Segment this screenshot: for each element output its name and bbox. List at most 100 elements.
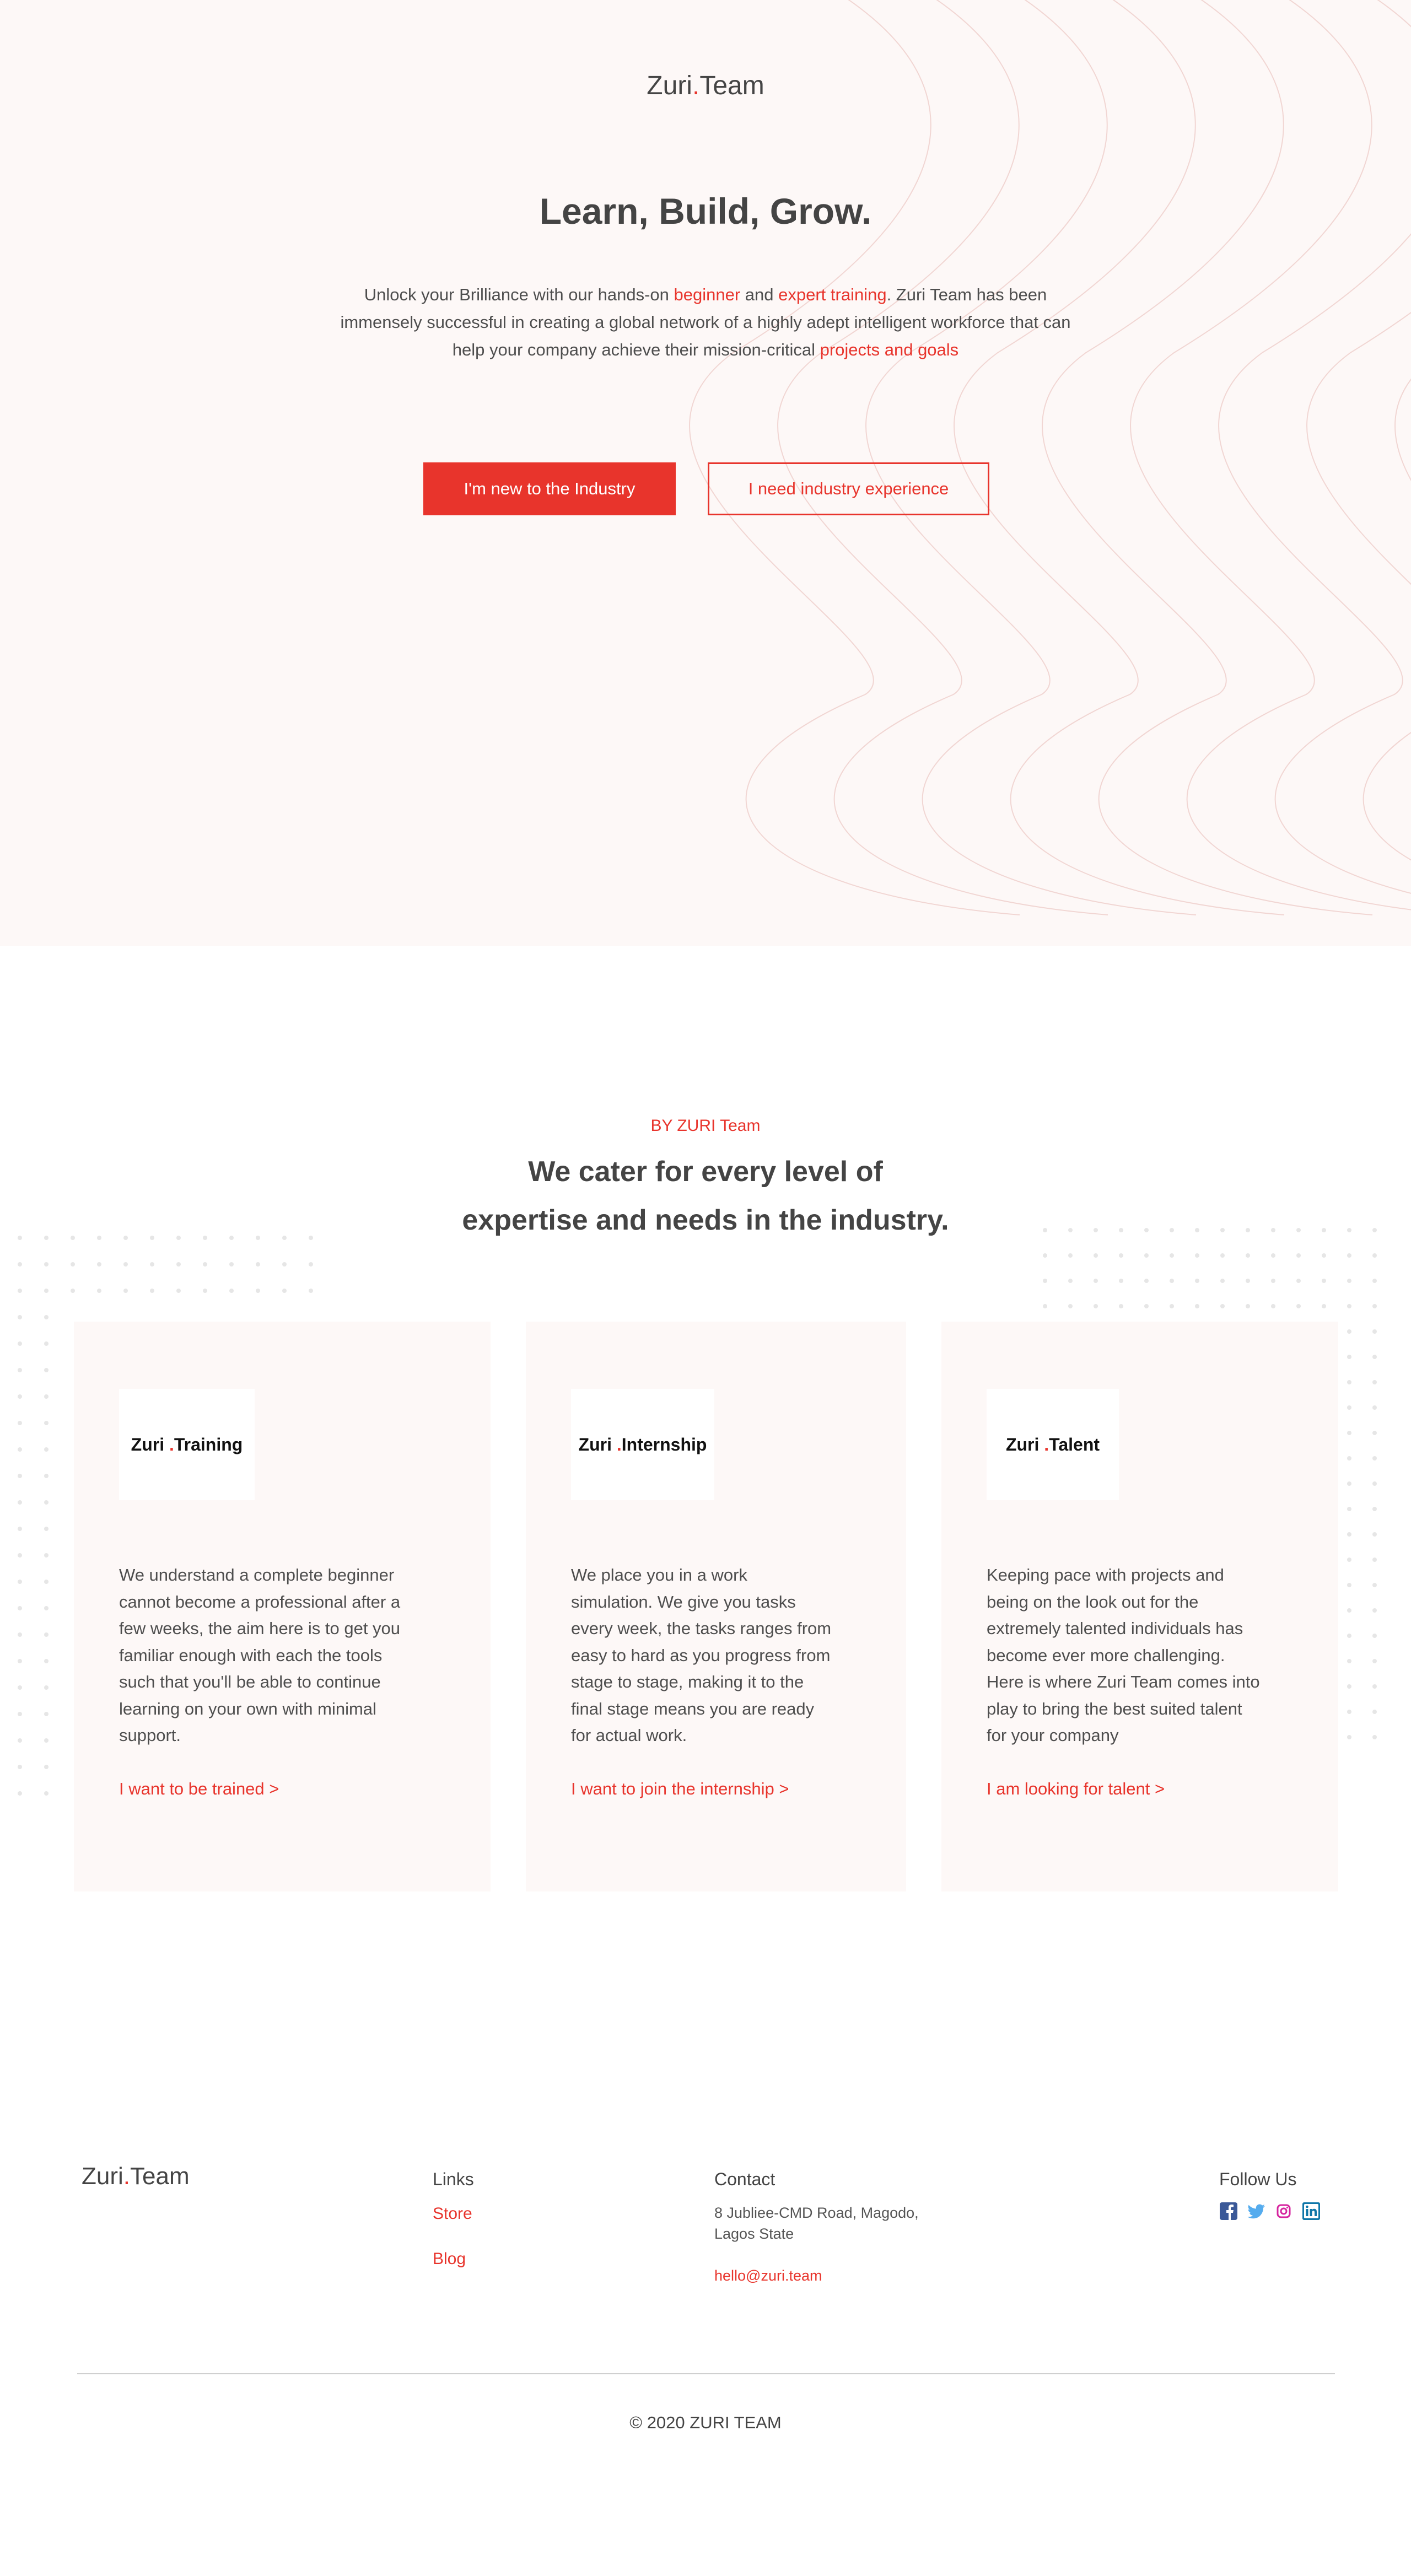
decor-dot: [1271, 1253, 1275, 1258]
decor-dot: [71, 1289, 75, 1293]
decor-dot: [18, 1632, 22, 1637]
decor-dot: [1195, 1253, 1199, 1258]
looking-for-talent-link[interactable]: I am looking for talent >: [987, 1779, 1165, 1799]
decor-dot: [1195, 1279, 1199, 1283]
decor-dot: [1246, 1253, 1250, 1258]
decor-dot: [1119, 1304, 1123, 1308]
wave-line: [689, 0, 1020, 915]
footer-email-link[interactable]: hello@zuri.team: [714, 2267, 822, 2284]
decor-dot: [44, 1368, 49, 1372]
decor-dot: [18, 1315, 22, 1319]
decor-dot: [1068, 1253, 1073, 1258]
card-desc-line: few weeks, the aim here is to get you: [119, 1619, 401, 1638]
decor-dot: [18, 1712, 22, 1716]
decor-dot: [1144, 1304, 1149, 1308]
card-desc-line: such that you'll be able to continue: [119, 1672, 381, 1691]
linkedin-icon[interactable]: [1302, 2202, 1321, 2221]
card-training: Zuri . Training We understand a complete …: [74, 1322, 491, 1891]
decor-dot: [1347, 1279, 1351, 1283]
link-expert-training[interactable]: expert training: [778, 285, 886, 304]
card-desc-line: play to bring the best suited talent: [987, 1699, 1242, 1718]
decor-dot: [18, 1685, 22, 1690]
decor-dot: [1347, 1532, 1351, 1537]
card-logo-name: Talent: [1049, 1434, 1100, 1454]
decor-dot: [44, 1685, 49, 1690]
card-desc-line: We understand a complete beginner: [119, 1565, 395, 1585]
link-beginner[interactable]: beginner: [674, 285, 741, 304]
decor-dot: [1246, 1279, 1250, 1283]
decor-dot: [150, 1289, 154, 1293]
logo-dot: .: [123, 2163, 131, 2190]
decor-dot: [1094, 1253, 1098, 1258]
decor-dot: [1271, 1279, 1275, 1283]
decor-dot: [1220, 1279, 1225, 1283]
join-internship-link[interactable]: I want to join the internship >: [571, 1779, 789, 1799]
wave-line: [1306, 311, 1411, 861]
decor-dot: [44, 1527, 49, 1531]
hero-title: Learn, Build, Grow.: [539, 191, 872, 231]
card-desc-line: for your company: [987, 1726, 1119, 1745]
card-desc-line: being on the look out for the: [987, 1592, 1199, 1612]
decor-dot: [44, 1262, 49, 1267]
decor-dot: [1170, 1279, 1174, 1283]
decor-dot: [44, 1553, 49, 1558]
decor-dot: [1170, 1304, 1174, 1308]
wave-pattern: [689, 0, 1411, 915]
decor-dot: [1347, 1329, 1351, 1334]
decor-dot: [1068, 1279, 1073, 1283]
card-desc-line: easy to hard as you progress from: [571, 1645, 831, 1665]
decor-dot: [176, 1262, 181, 1267]
decor-dot: [1347, 1253, 1351, 1258]
decor-dot: [1347, 1431, 1351, 1435]
card-desc-line: become ever more challenging.: [987, 1645, 1225, 1665]
decor-dot: [1220, 1253, 1225, 1258]
instagram-icon[interactable]: [1274, 2202, 1293, 2221]
card-logo-dot: .: [616, 1434, 622, 1454]
new-to-industry-button[interactable]: I'm new to the Industry: [423, 462, 676, 515]
zuri-internship-logo: Zuri . Internship: [571, 1389, 714, 1500]
decor-dot: [1347, 1583, 1351, 1587]
decor-dot: [123, 1289, 128, 1293]
footer-logo[interactable]: Zuri.Team: [82, 2163, 190, 2190]
footer-links-heading: Links: [433, 2169, 474, 2189]
zuri-training-logo: Zuri . Training: [119, 1389, 255, 1500]
decor-dot: [1347, 1558, 1351, 1562]
wave-line: [777, 0, 1108, 915]
section-kicker: BY ZURI Team: [650, 1117, 761, 1135]
footer-link-blog[interactable]: Blog: [433, 2250, 466, 2268]
hero-desc-text-1: Unlock your Brilliance with our hands-on: [364, 285, 674, 304]
wave-line: [1394, 379, 1411, 481]
card-desc-line: Keeping pace with projects and: [987, 1565, 1224, 1585]
decor-dot: [1322, 1253, 1326, 1258]
footer-link-store[interactable]: Store: [433, 2205, 472, 2223]
want-to-be-trained-link[interactable]: I want to be trained >: [119, 1779, 279, 1799]
decor-dot: [1347, 1405, 1351, 1410]
decor-dot: [256, 1262, 260, 1267]
card-internship: Zuri . Internship We place you in a work …: [526, 1322, 906, 1891]
decor-dot: [1372, 1456, 1377, 1461]
footer-contact-heading: Contact: [714, 2169, 775, 2189]
decor-dot: [18, 1394, 22, 1399]
decor-dot: [97, 1289, 101, 1293]
decor-dot: [1347, 1735, 1351, 1739]
card-desc-line: support.: [119, 1726, 181, 1745]
decor-dot: [1170, 1253, 1174, 1258]
decor-dot: [1119, 1279, 1123, 1283]
site-logo[interactable]: Zuri.Team: [0, 71, 1411, 101]
wave-line: [1042, 0, 1373, 915]
wave-line: [954, 0, 1285, 915]
decor-dot: [1372, 1329, 1377, 1334]
decor-dot: [44, 1791, 49, 1796]
decor-dot: [44, 1289, 49, 1293]
decor-dot: [18, 1765, 22, 1769]
need-experience-button[interactable]: I need industry experience: [708, 462, 989, 515]
link-projects-goals[interactable]: projects and goals: [820, 340, 959, 359]
decor-dot: [1195, 1304, 1199, 1308]
decor-dot: [1372, 1634, 1377, 1638]
facebook-icon[interactable]: [1219, 2202, 1238, 2221]
decor-dot: [1068, 1304, 1073, 1308]
decor-dot: [1372, 1583, 1377, 1587]
twitter-icon[interactable]: [1247, 2202, 1265, 2221]
decor-dot: [18, 1447, 22, 1452]
decor-dot: [1347, 1507, 1351, 1511]
